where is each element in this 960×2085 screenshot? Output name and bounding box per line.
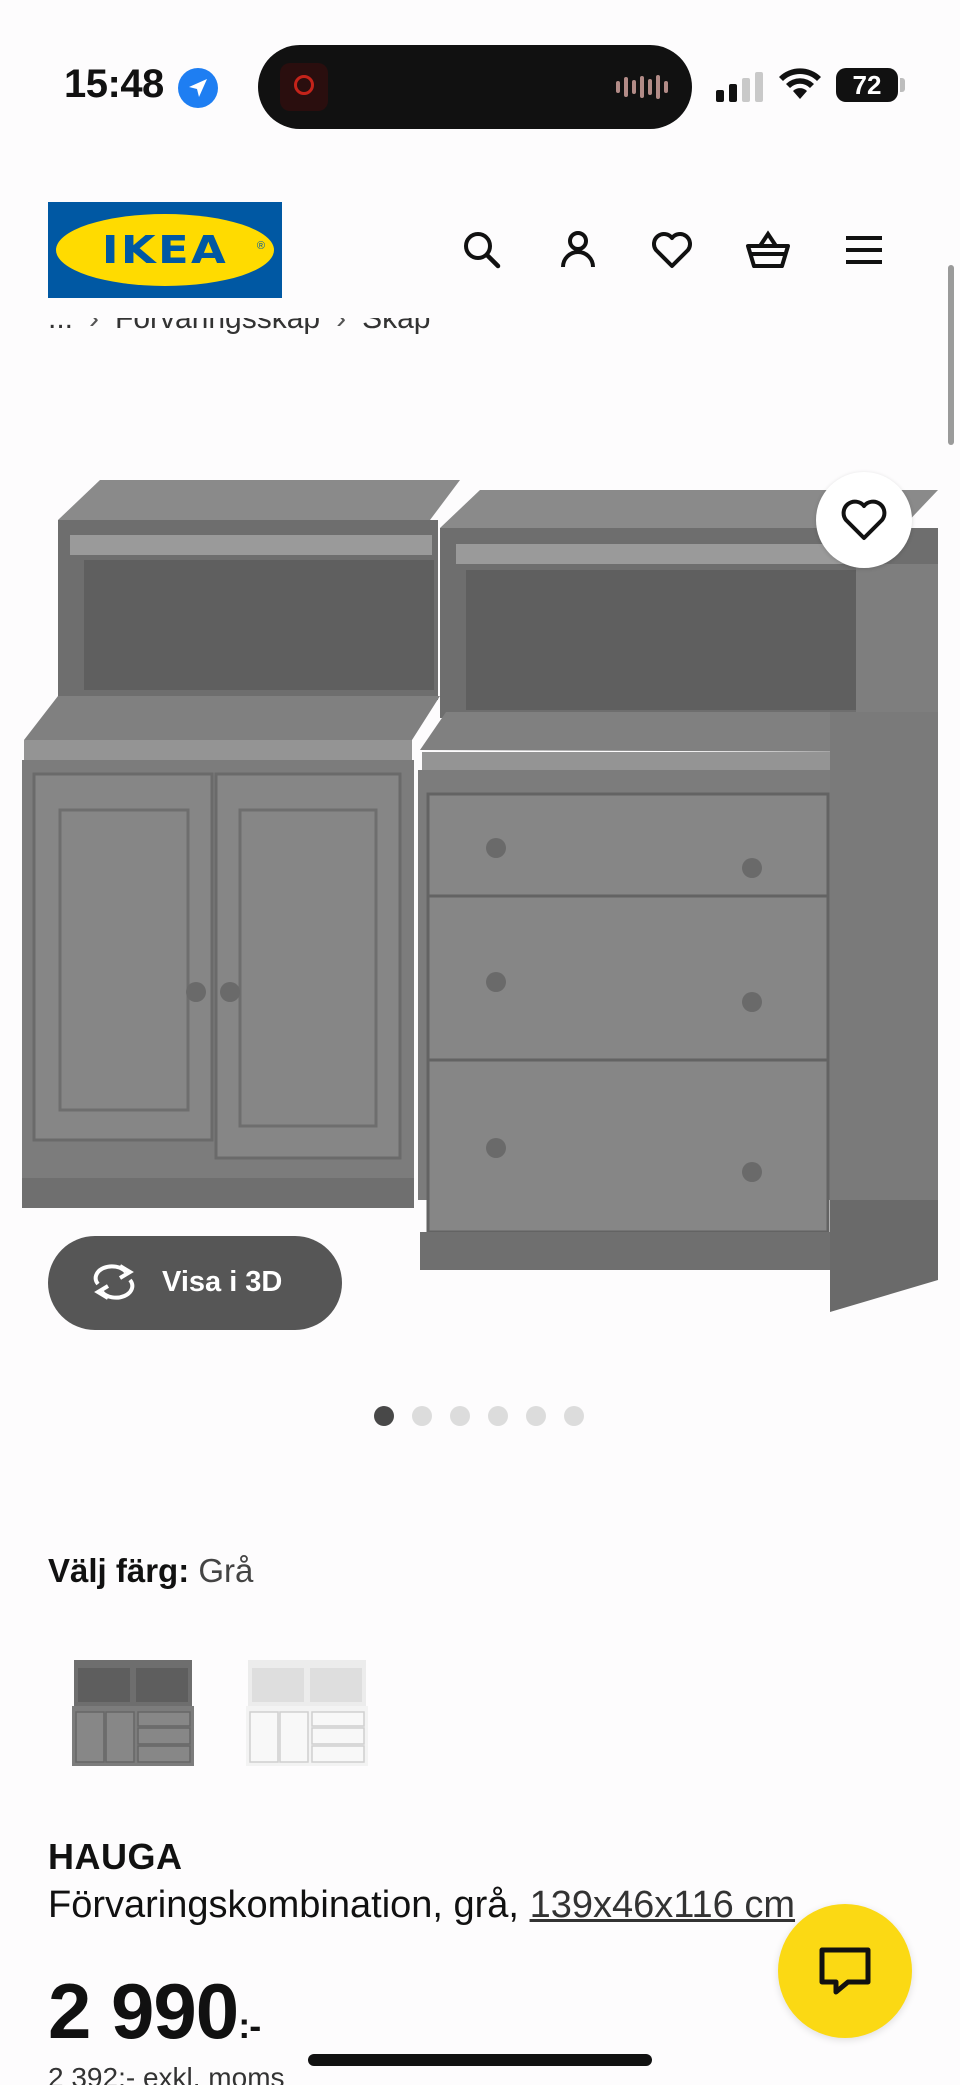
battery-cap: [900, 78, 905, 92]
product-name: HAUGA: [48, 1836, 183, 1877]
status-bar: 15:48 72: [0, 0, 960, 140]
product-dimensions-link[interactable]: 139x46x116 cm: [530, 1884, 795, 1926]
view-in-3d-button[interactable]: Visa i 3D: [48, 1236, 342, 1330]
battery-icon: 72: [836, 68, 898, 102]
view-in-3d-label: Visa i 3D: [162, 1266, 283, 1298]
product-price: 2 990:-: [48, 1966, 261, 2057]
price-excluding-vat: 2 392:- exkl. moms: [48, 2062, 285, 2085]
breadcrumb-separator: ›: [336, 318, 347, 335]
breadcrumb-item-cabinets[interactable]: Skåp: [362, 318, 430, 335]
account-icon[interactable]: [554, 226, 602, 274]
color-picker-label: Välj färg: Grå: [48, 1552, 253, 1590]
audio-wave-icon: [616, 75, 668, 99]
breadcrumb: ... › Förvaringsskåp › Skåp: [48, 318, 430, 354]
color-picker-title: Välj färg:: [48, 1552, 190, 1589]
gallery-pagination: [374, 1406, 584, 1426]
chat-button[interactable]: [778, 1904, 912, 2038]
logo-registered-mark: ®: [256, 240, 265, 252]
breadcrumb-item-root[interactable]: ...: [48, 318, 73, 335]
gallery-dot[interactable]: [564, 1406, 584, 1426]
price-value: 2 990: [48, 1967, 239, 2055]
status-time: 15:48: [64, 62, 164, 106]
add-to-favourites-button[interactable]: [816, 472, 912, 568]
product-description: Förvaringskombination, grå, 139x46x116 c…: [48, 1884, 795, 1927]
gallery-dot[interactable]: [450, 1406, 470, 1426]
recording-app-icon: [280, 63, 328, 111]
page-scrollbar[interactable]: [948, 265, 954, 445]
signal-bars-icon: [716, 72, 763, 102]
gallery-dot[interactable]: [488, 1406, 508, 1426]
breadcrumb-item-storage-cabinets[interactable]: Förvaringsskåp: [115, 318, 320, 335]
home-indicator[interactable]: [308, 2054, 652, 2066]
dynamic-island: [258, 45, 692, 129]
selected-color: Grå: [198, 1552, 254, 1589]
chat-bubble-icon: [819, 1947, 871, 1995]
favourites-icon[interactable]: [648, 226, 696, 274]
price-suffix: :-: [238, 2005, 261, 2046]
breadcrumb-separator: ›: [89, 318, 100, 335]
gallery-dot[interactable]: [412, 1406, 432, 1426]
ikea-logo[interactable]: IKEA ®: [48, 202, 282, 298]
product-description-text: Förvaringskombination, grå,: [48, 1884, 519, 1926]
wifi-icon: [779, 68, 821, 99]
shopping-basket-icon[interactable]: [744, 226, 792, 274]
location-arrow-icon: [178, 68, 218, 108]
rotate-3d-icon: [93, 1264, 135, 1300]
search-icon[interactable]: [458, 226, 506, 274]
gallery-dot[interactable]: [526, 1406, 546, 1426]
site-header: IKEA ®: [0, 170, 960, 330]
color-swatch-white[interactable]: [242, 1650, 372, 1772]
menu-icon[interactable]: [840, 226, 888, 274]
product-image[interactable]: [0, 440, 960, 1360]
color-swatch-grey[interactable]: [68, 1650, 198, 1772]
gallery-dot[interactable]: [374, 1406, 394, 1426]
heart-icon: [841, 499, 887, 540]
